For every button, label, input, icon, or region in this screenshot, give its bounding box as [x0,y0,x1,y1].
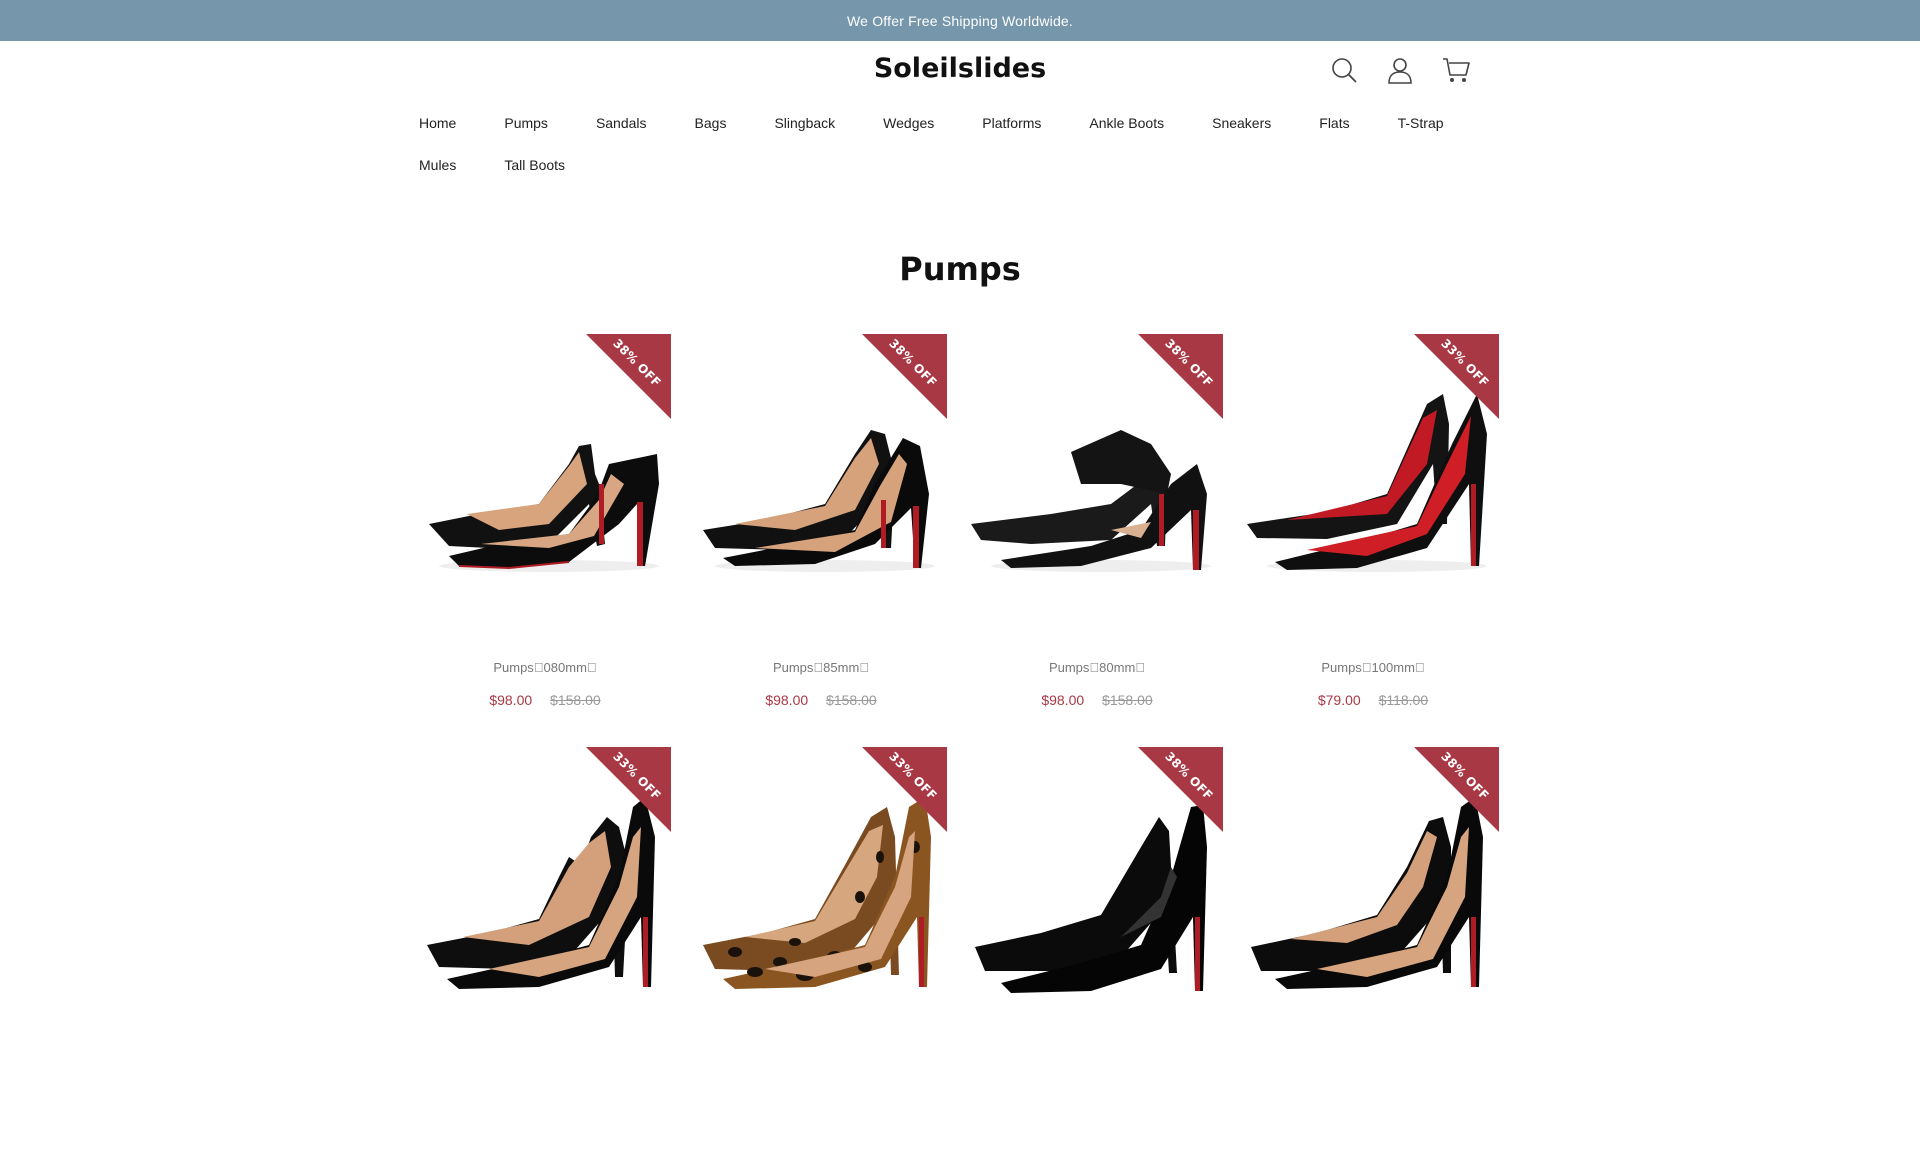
discount-badge: 33% OFF [586,747,671,832]
nav-item-t-strap[interactable]: T-Strap [1398,115,1444,131]
discount-badge: 38% OFF [1414,747,1499,832]
product-card[interactable]: 33% OFF [695,747,947,1160]
discount-badge: 33% OFF [862,747,947,832]
account-icon[interactable] [1386,56,1414,84]
announcement-bar: We Offer Free Shipping Worldwide. [0,0,1920,41]
compare-price: $118.00 [1378,692,1429,708]
product-name[interactable]: Pumps 100mm  [1247,660,1499,675]
product-name[interactable]: Pumps 080mm  [419,660,671,675]
product-name[interactable]: Pumps 80mm  [971,660,1223,675]
sale-price: $98.00 [765,692,809,708]
compare-price: $158.00 [1102,692,1153,708]
collection-title: Pumps [899,250,1021,288]
nav-item-mules[interactable]: Mules [419,157,456,173]
product-image[interactable]: 33% OFF [419,747,671,1047]
nav-item-home[interactable]: Home [419,115,456,131]
product-grid: 38% OFF Pumps 080mm  $98.00 $158.00 38% … [419,334,1501,1160]
product-prices: $79.00 $118.00 [1247,692,1499,708]
nav-item-flats[interactable]: Flats [1319,115,1349,131]
site-header: Soleilslides [0,41,1920,102]
nav-item-pumps[interactable]: Pumps [504,115,548,131]
product-image[interactable]: 33% OFF [695,747,947,1047]
discount-badge: 38% OFF [1138,334,1223,419]
nav-item-sandals[interactable]: Sandals [596,115,647,131]
product-card[interactable]: 38% OFF Pumps 80mm  $98.00 $158.00 [971,334,1223,747]
compare-price: $158.00 [550,692,601,708]
product-image[interactable]: 38% OFF [971,747,1223,1047]
announcement-text: We Offer Free Shipping Worldwide. [846,12,1074,29]
product-card[interactable]: 33% OFF [419,747,671,1160]
product-card[interactable]: 38% OFF [971,747,1223,1160]
product-prices: $98.00 $158.00 [695,692,947,708]
sale-price: $98.00 [489,692,533,708]
nav-item-ankle-boots[interactable]: Ankle Boots [1089,115,1164,131]
nav-item-sneakers[interactable]: Sneakers [1212,115,1271,131]
product-image[interactable]: 38% OFF [971,334,1223,634]
main-nav: Home Pumps Sandals Bags Slingback Wedges… [419,102,1509,186]
product-image[interactable]: 38% OFF [695,334,947,634]
product-card[interactable]: 38% OFF [1247,747,1499,1160]
sale-price: $79.00 [1317,692,1361,708]
discount-badge: 33% OFF [1414,334,1499,419]
product-prices: $98.00 $158.00 [971,692,1223,708]
header-icons [1330,56,1470,84]
discount-badge: 38% OFF [862,334,947,419]
nav-row-2: Mules Tall Boots [419,144,1509,186]
store-logo[interactable]: Soleilslides [0,53,1920,84]
nav-item-tall-boots[interactable]: Tall Boots [504,157,565,173]
nav-item-slingback[interactable]: Slingback [774,115,835,131]
cart-icon[interactable] [1442,56,1470,84]
sale-price: $98.00 [1041,692,1085,708]
product-card[interactable]: 33% OFF Pumps 100mm  $79.00 $118.00 [1247,334,1499,747]
product-name[interactable]: Pumps 85mm  [695,660,947,675]
product-image[interactable]: 38% OFF [419,334,671,634]
compare-price: $158.00 [826,692,877,708]
nav-item-platforms[interactable]: Platforms [982,115,1041,131]
discount-badge: 38% OFF [1138,747,1223,832]
nav-row-1: Home Pumps Sandals Bags Slingback Wedges… [419,102,1509,144]
nav-item-bags[interactable]: Bags [695,115,727,131]
product-image[interactable]: 38% OFF [1247,747,1499,1047]
product-prices: $98.00 $158.00 [419,692,671,708]
search-icon[interactable] [1330,56,1358,84]
product-image[interactable]: 33% OFF [1247,334,1499,634]
nav-item-wedges[interactable]: Wedges [883,115,934,131]
product-card[interactable]: 38% OFF Pumps 85mm  $98.00 $158.00 [695,334,947,747]
discount-badge: 38% OFF [586,334,671,419]
product-card[interactable]: 38% OFF Pumps 080mm  $98.00 $158.00 [419,334,671,747]
